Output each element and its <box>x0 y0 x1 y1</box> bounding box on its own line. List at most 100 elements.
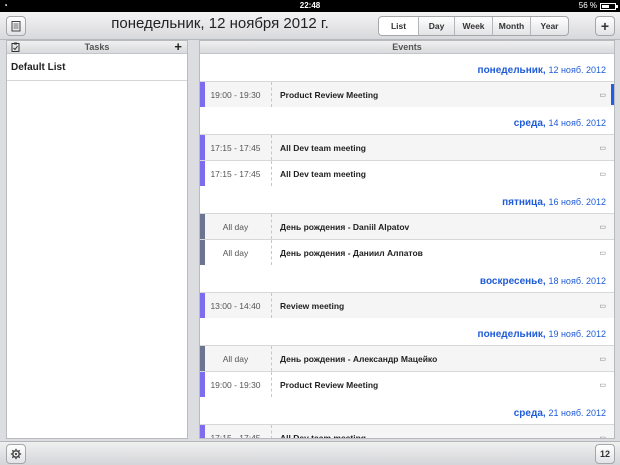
gear-icon <box>10 448 22 460</box>
event-row[interactable]: All day День рождения - Александр Мацейко… <box>200 345 614 371</box>
day-header: воскресенье, 18 нояб. 2012 <box>200 265 614 292</box>
day-header: понедельник, 19 нояб. 2012 <box>200 318 614 345</box>
calendar-color-bar <box>200 425 205 438</box>
day-header: среда, 14 нояб. 2012 <box>200 107 614 134</box>
event-attribute-icons: ▭ <box>599 249 614 257</box>
day-name: понедельник, <box>477 329 546 340</box>
event-row[interactable]: 17:15 - 17:45 All Dev team meeting ▭ <box>200 424 614 439</box>
day-header: пятница, 16 нояб. 2012 <box>200 186 614 213</box>
today-button[interactable]: 12 <box>595 444 615 464</box>
note-icon: ▭ <box>599 170 606 178</box>
calendar-color-bar <box>200 82 205 107</box>
calendar-color-bar <box>200 214 205 239</box>
event-title: All Dev team meeting <box>280 142 366 153</box>
calendar-list-button[interactable] <box>6 16 26 36</box>
events-list[interactable]: понедельник, 12 нояб. 2012 19:00 - 19:30 P… <box>200 54 614 439</box>
event-row[interactable]: 17:15 - 17:45 All Dev team meeting ▭ <box>200 134 614 160</box>
event-time: All day <box>200 214 272 239</box>
tab-day[interactable]: Day <box>418 17 454 35</box>
calendar-color-bar <box>200 346 205 371</box>
calendar-color-bar <box>200 240 205 265</box>
note-icon: ▭ <box>599 223 606 231</box>
clipboard-icon[interactable] <box>11 42 20 56</box>
battery-icon <box>600 2 618 10</box>
events-header: Events <box>200 41 614 54</box>
settings-button[interactable] <box>6 444 26 464</box>
event-time: 17:15 - 17:45 <box>200 161 272 186</box>
add-event-button[interactable]: + <box>595 16 615 36</box>
event-attribute-icons: ▭ <box>599 381 614 389</box>
today-number: 12 <box>599 449 610 459</box>
day-date: 19 нояб. 2012 <box>548 329 606 339</box>
day-header: среда, 21 нояб. 2012 <box>200 397 614 424</box>
event-row[interactable]: 19:00 - 19:30 Product Review Meeting ▭ <box>200 371 614 397</box>
day-header: понедельник, 12 нояб. 2012 <box>200 54 614 81</box>
tab-week[interactable]: Week <box>454 17 492 35</box>
note-icon: ▭ <box>599 355 606 363</box>
event-title: All Dev team meeting <box>280 432 366 439</box>
event-attribute-icons: ▭ <box>599 144 614 152</box>
event-attribute-icons: ▭ <box>599 170 614 178</box>
top-toolbar: понедельник, 12 ноября 2012 г. List Day … <box>0 12 620 40</box>
day-date: 12 нояб. 2012 <box>548 65 606 75</box>
tab-list[interactable]: List <box>379 17 418 35</box>
day-date: 14 нояб. 2012 <box>548 118 606 128</box>
event-row[interactable]: 13:00 - 14:40 Review meeting ▭ <box>200 292 614 318</box>
event-title: Review meeting <box>280 300 345 311</box>
event-time: All day <box>200 346 272 371</box>
tasks-title: Tasks <box>84 42 110 52</box>
event-time: 17:15 - 17:45 <box>200 425 272 438</box>
calendar-color-bar <box>200 293 205 318</box>
tab-year[interactable]: Year <box>530 17 568 35</box>
event-title: Product Review Meeting <box>280 379 379 390</box>
event-title: All Dev team meeting <box>280 168 366 179</box>
event-attribute-icons: ▭ <box>599 355 614 363</box>
view-switcher: List Day Week Month Year <box>378 16 569 36</box>
event-attribute-icons: ▭ <box>599 434 614 439</box>
event-title: День рождения - Daniil Alpatov <box>280 221 410 232</box>
event-attribute-icons: ▭ <box>599 302 614 310</box>
day-name: пятница, <box>502 197 546 208</box>
event-title: День рождения - Александр Мацейко <box>280 353 438 364</box>
day-name: понедельник, <box>477 65 546 76</box>
tasks-panel: Tasks + Default List <box>6 40 188 439</box>
note-icon: ▭ <box>599 144 606 152</box>
bottom-toolbar: 12 <box>0 441 620 465</box>
day-name: среда, <box>513 118 546 129</box>
task-list-item[interactable]: Default List <box>7 54 187 81</box>
current-event-marker <box>611 84 614 105</box>
day-date: 16 нояб. 2012 <box>548 197 606 207</box>
event-row[interactable]: 17:15 - 17:45 All Dev team meeting ▭ <box>200 160 614 186</box>
events-panel: Events понедельник, 12 нояб. 2012 19:00 -… <box>199 40 615 439</box>
plus-icon: + <box>600 18 610 34</box>
event-time: 19:00 - 19:30 <box>200 82 272 107</box>
day-name: воскресенье, <box>479 276 546 287</box>
event-attribute-icons: ▭ <box>599 223 614 231</box>
battery-indicator: 56 % <box>578 0 618 12</box>
note-icon: ▭ <box>599 91 606 99</box>
event-row[interactable]: All day День рождения - Даниил Алпатов ▭ <box>200 239 614 265</box>
notepad-icon <box>11 21 21 32</box>
status-bar: ◔ 22:48 56 % <box>0 0 620 12</box>
day-date: 21 нояб. 2012 <box>548 408 606 418</box>
battery-percent: 56 % <box>578 1 597 10</box>
add-task-button[interactable]: + <box>174 40 182 53</box>
event-row[interactable]: All day День рождения - Daniil Alpatov ▭ <box>200 213 614 239</box>
events-title: Events <box>392 42 422 52</box>
calendar-color-bar <box>200 372 205 397</box>
day-date: 18 нояб. 2012 <box>548 276 606 286</box>
current-date-title: понедельник, 12 ноября 2012 г. <box>111 15 329 32</box>
tasks-header: Tasks + <box>7 40 187 56</box>
event-time: 19:00 - 19:30 <box>200 372 272 397</box>
event-row[interactable]: 19:00 - 19:30 Product Review Meeting ▭ <box>200 81 614 107</box>
note-icon: ▭ <box>599 249 606 257</box>
event-time: 17:15 - 17:45 <box>200 135 272 160</box>
status-time: 22:48 <box>299 1 321 10</box>
calendar-color-bar <box>200 161 205 186</box>
note-icon: ▭ <box>599 302 606 310</box>
tab-month[interactable]: Month <box>492 17 530 35</box>
event-title: Product Review Meeting <box>280 89 379 100</box>
event-title: День рождения - Даниил Алпатов <box>280 247 423 258</box>
calendar-color-bar <box>200 135 205 160</box>
note-icon: ▭ <box>599 381 606 389</box>
